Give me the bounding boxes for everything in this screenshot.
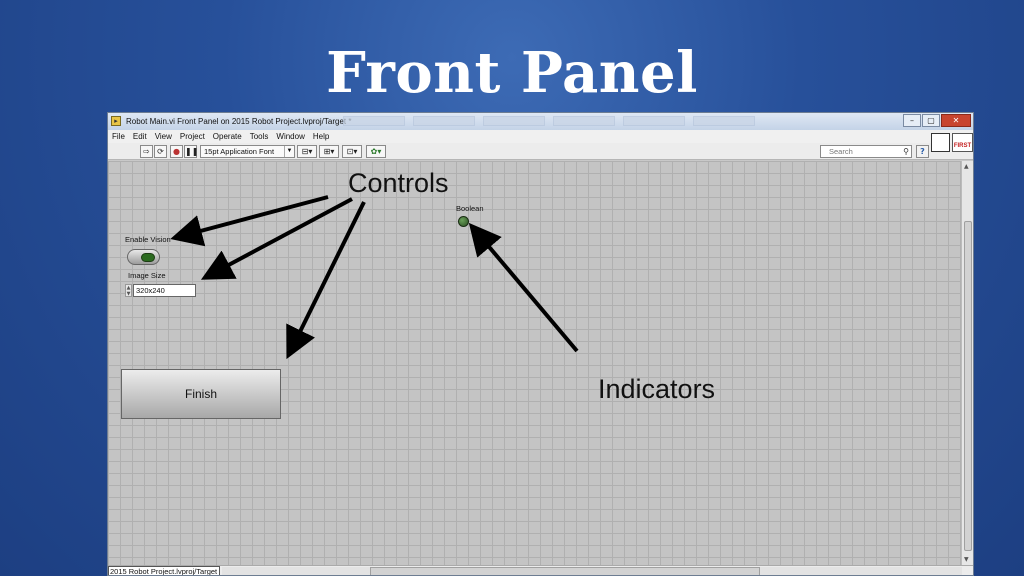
vertical-scrollbar[interactable]: ▲ ▼	[961, 161, 973, 565]
chevron-down-icon: ▼	[284, 146, 294, 157]
first-logo: FIRST	[952, 133, 973, 152]
search-icon: ⚲	[903, 147, 909, 156]
image-size-input[interactable]: 320x240	[133, 284, 196, 297]
background-taskbar-ghosts	[343, 116, 755, 126]
labview-front-panel-window: ▸ Robot Main.vi Front Panel on 2015 Robo…	[107, 112, 974, 576]
pause-icon[interactable]: ❚❚	[184, 145, 198, 158]
search-placeholder: Search	[829, 147, 853, 156]
toolbar: ⇨ ⟳ ● ❚❚ 15pt Application Font ▼ ⊟▾ ⊞▾ ⊡…	[108, 143, 973, 160]
run-continuously-icon[interactable]: ⟳	[154, 145, 167, 158]
window-buttons: – ▢ ✕	[903, 114, 971, 127]
menu-project[interactable]: Project	[180, 130, 205, 143]
menu-file[interactable]: File	[112, 130, 125, 143]
vi-icon[interactable]	[931, 133, 950, 152]
vertical-scroll-thumb[interactable]	[964, 221, 972, 551]
help-button[interactable]: ?	[916, 145, 929, 158]
window-titlebar[interactable]: ▸ Robot Main.vi Front Panel on 2015 Robo…	[108, 113, 973, 130]
enable-vision-label: Enable Vision	[125, 235, 171, 244]
finish-button[interactable]: Finish	[121, 369, 281, 419]
toggle-led-icon	[141, 253, 155, 262]
reorder-icon[interactable]: ✿▾	[366, 145, 386, 158]
close-button[interactable]: ✕	[941, 114, 971, 127]
menu-help[interactable]: Help	[313, 130, 329, 143]
horizontal-scrollbar[interactable]	[222, 567, 962, 575]
indicators-annotation: Indicators	[598, 374, 716, 404]
resize-objects-icon[interactable]: ⊡▾	[342, 145, 362, 158]
ghost-tab	[553, 116, 615, 126]
menu-view[interactable]: View	[155, 130, 172, 143]
distribute-objects-icon[interactable]: ⊞▾	[319, 145, 339, 158]
run-arrow-icon[interactable]: ⇨	[140, 145, 153, 158]
minimize-button[interactable]: –	[903, 114, 921, 127]
maximize-button[interactable]: ▢	[922, 114, 940, 127]
ghost-tab	[623, 116, 685, 126]
image-size-label: Image Size	[128, 271, 166, 280]
scroll-up-icon[interactable]: ▲	[964, 163, 969, 170]
slide-title: Front Panel	[326, 40, 698, 106]
menu-window[interactable]: Window	[276, 130, 304, 143]
window-title: Robot Main.vi Front Panel on 2015 Robot …	[126, 117, 352, 126]
ghost-tab	[483, 116, 545, 126]
scroll-down-icon[interactable]: ▼	[964, 556, 969, 563]
status-bar: 2015 Robot Project.lvproj/Target	[108, 565, 973, 575]
abort-icon[interactable]: ●	[170, 145, 183, 158]
ghost-tab	[343, 116, 405, 126]
horizontal-scroll-thumb[interactable]	[370, 567, 760, 575]
menu-edit[interactable]: Edit	[133, 130, 147, 143]
align-objects-icon[interactable]: ⊟▾	[297, 145, 317, 158]
ghost-tab	[693, 116, 755, 126]
font-select[interactable]: 15pt Application Font ▼	[200, 145, 295, 158]
menu-tools[interactable]: Tools	[250, 130, 269, 143]
controls-annotation: Controls	[348, 168, 449, 198]
increment-decrement-icon[interactable]: ▲ ▼	[125, 284, 132, 297]
project-context: 2015 Robot Project.lvproj/Target	[108, 566, 220, 575]
ghost-tab	[413, 116, 475, 126]
labview-app-icon: ▸	[111, 116, 121, 126]
menu-operate[interactable]: Operate	[213, 130, 242, 143]
menu-bar: File Edit View Project Operate Tools Win…	[108, 130, 973, 143]
boolean-label: Boolean	[456, 204, 484, 213]
search-input[interactable]: Search ⚲	[820, 145, 912, 158]
boolean-indicator	[458, 216, 469, 227]
font-select-value: 15pt Application Font	[204, 147, 275, 156]
front-panel-canvas[interactable]: Enable Vision Image Size ▲ ▼ 320x240 Bool…	[108, 161, 963, 565]
enable-vision-toggle[interactable]	[127, 249, 160, 265]
